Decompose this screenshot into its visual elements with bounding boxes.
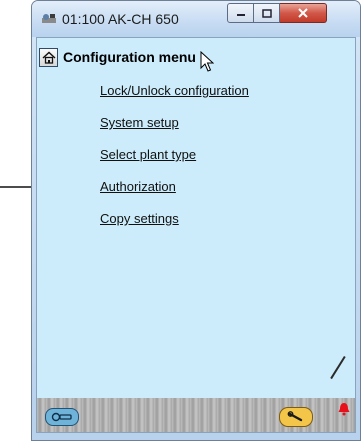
home-button[interactable] <box>39 47 58 67</box>
title-bar[interactable]: 01:100 AK-CH 650 <box>32 1 360 37</box>
mouse-cursor-icon <box>200 51 214 72</box>
link-select-plant-type[interactable]: Select plant type <box>100 147 196 162</box>
menu-item-authorization: Authorization <box>100 178 249 210</box>
caption-buttons <box>227 3 327 25</box>
maximize-icon <box>261 8 272 18</box>
menu-item-system-setup: System setup <box>100 114 249 146</box>
link-copy-settings[interactable]: Copy settings <box>100 211 179 226</box>
annotation-line <box>330 356 346 380</box>
link-lock-unlock-configuration[interactable]: Lock/Unlock configuration <box>100 83 249 98</box>
menu-item-lock-unlock: Lock/Unlock configuration <box>100 82 249 114</box>
service-button[interactable] <box>279 407 313 427</box>
menu-item-select-plant-type: Select plant type <box>100 146 249 178</box>
home-icon <box>42 51 55 64</box>
close-icon <box>298 8 308 18</box>
close-button[interactable] <box>280 3 327 23</box>
alarm-bell-icon[interactable] <box>337 402 351 416</box>
window-title: 01:100 AK-CH 650 <box>62 11 179 27</box>
page-title: Configuration menu <box>63 49 196 65</box>
client-area: Configuration menu Lock/Unlock configura… <box>36 37 356 433</box>
plant-icon <box>42 14 56 23</box>
app-window: 01:100 AK-CH 650 Configuration menu Lock… <box>31 0 361 441</box>
configuration-menu: Lock/Unlock configuration System setup S… <box>100 82 249 242</box>
login-button[interactable] <box>45 408 79 426</box>
minimize-button[interactable] <box>227 3 254 23</box>
status-bar <box>37 398 355 432</box>
minimize-icon <box>236 14 245 16</box>
login-icon <box>51 412 72 422</box>
menu-item-copy-settings: Copy settings <box>100 210 249 242</box>
link-authorization[interactable]: Authorization <box>100 179 176 194</box>
wrench-icon <box>287 411 303 422</box>
link-system-setup[interactable]: System setup <box>100 115 179 130</box>
page-header: Configuration menu <box>39 46 196 68</box>
maximize-button[interactable] <box>254 3 280 23</box>
